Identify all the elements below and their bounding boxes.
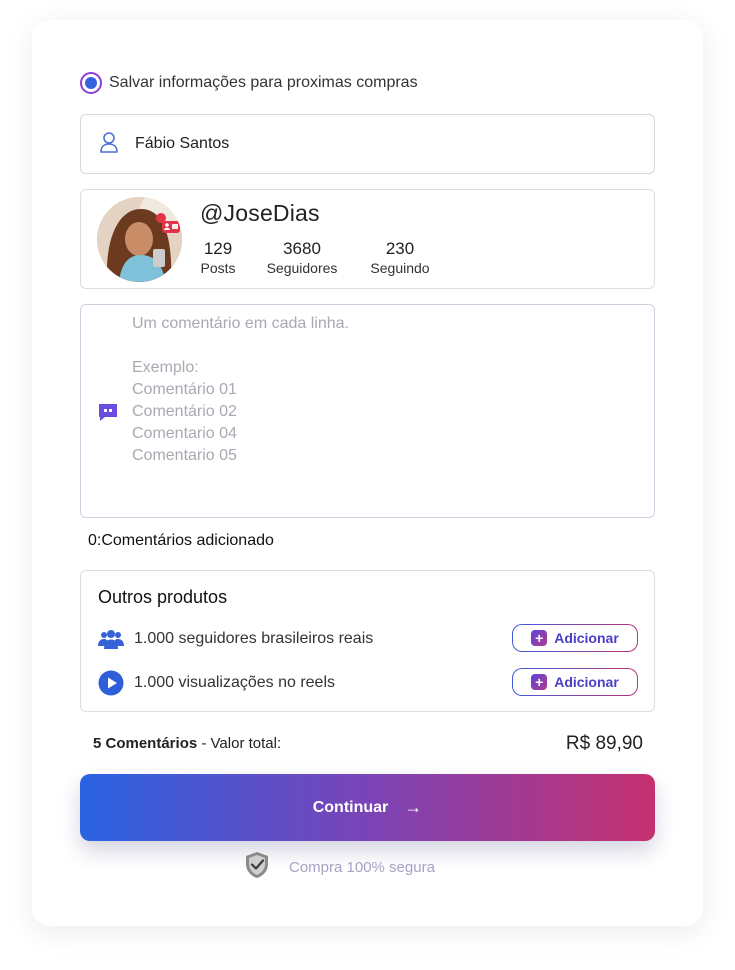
continue-label: Continuar [312,798,389,816]
stat-posts-value: 129 [203,239,233,258]
secure-purchase-note: Compra 100% segura [244,851,435,884]
other-products-title: Outros produtos [98,587,228,607]
save-info-option[interactable]: Salvar informações para proximas compras [80,72,418,94]
comments-textarea[interactable] [132,313,632,509]
continue-button[interactable]: Continuar → [80,774,655,841]
chat-icon [97,401,119,428]
product-item-views: 1.000 visualizações no reels + Adicionar [98,668,638,698]
radio-dot [85,77,97,89]
total-price: R$ 89,90 [565,733,643,754]
save-info-radio[interactable] [80,72,102,94]
add-views-button[interactable]: + Adicionar [512,668,638,696]
plus-icon: + [531,674,548,690]
other-products-section: Outros produtos 1.000 seguidores brasile… [80,570,655,712]
avatar [97,197,182,282]
comments-field[interactable] [80,304,655,518]
user-icon [99,131,119,158]
name-input[interactable] [135,135,575,153]
shield-check-icon [244,851,270,884]
total-text: - Valor total: [197,735,282,752]
stat-followers: 3680 Seguidores [261,239,343,277]
total-label: 5 Comentários - Valor total: [93,735,281,752]
profile-username: @JoseDias [200,200,320,226]
product-item-followers: 1.000 seguidores brasileiros reais + Adi… [98,624,638,654]
play-icon [98,670,124,696]
stat-followers-label: Seguidores [266,260,338,276]
profile-card: @JoseDias 129 Posts 3680 Seguidores 230 … [80,189,655,289]
add-views-label: Adicionar [554,674,619,690]
stat-following: 230 Seguindo [365,239,435,277]
secure-label: Compra 100% segura [289,859,435,876]
arrow-right-icon: → [404,797,423,817]
add-followers-label: Adicionar [554,630,619,646]
stat-followers-value: 3680 [283,239,321,258]
users-icon [98,626,124,652]
add-followers-button[interactable]: + Adicionar [512,624,638,652]
comments-counter: 0:Comentários adicionado [88,532,274,549]
product-label-views: 1.000 visualizações no reels [134,674,336,691]
stat-following-value: 230 [385,239,415,258]
stat-posts: 129 Posts [195,239,241,277]
save-info-label: Salvar informações para proximas compras [109,74,418,91]
comments-count: 5 Comentários [93,735,198,752]
product-label-followers: 1.000 seguidores brasileiros reais [134,630,374,647]
stat-following-label: Seguindo [370,260,430,276]
stat-posts-label: Posts [200,260,236,276]
plus-icon: + [531,630,548,646]
name-field[interactable] [80,114,655,174]
order-summary: 5 Comentários - Valor total: R$ 89,90 [93,733,643,757]
